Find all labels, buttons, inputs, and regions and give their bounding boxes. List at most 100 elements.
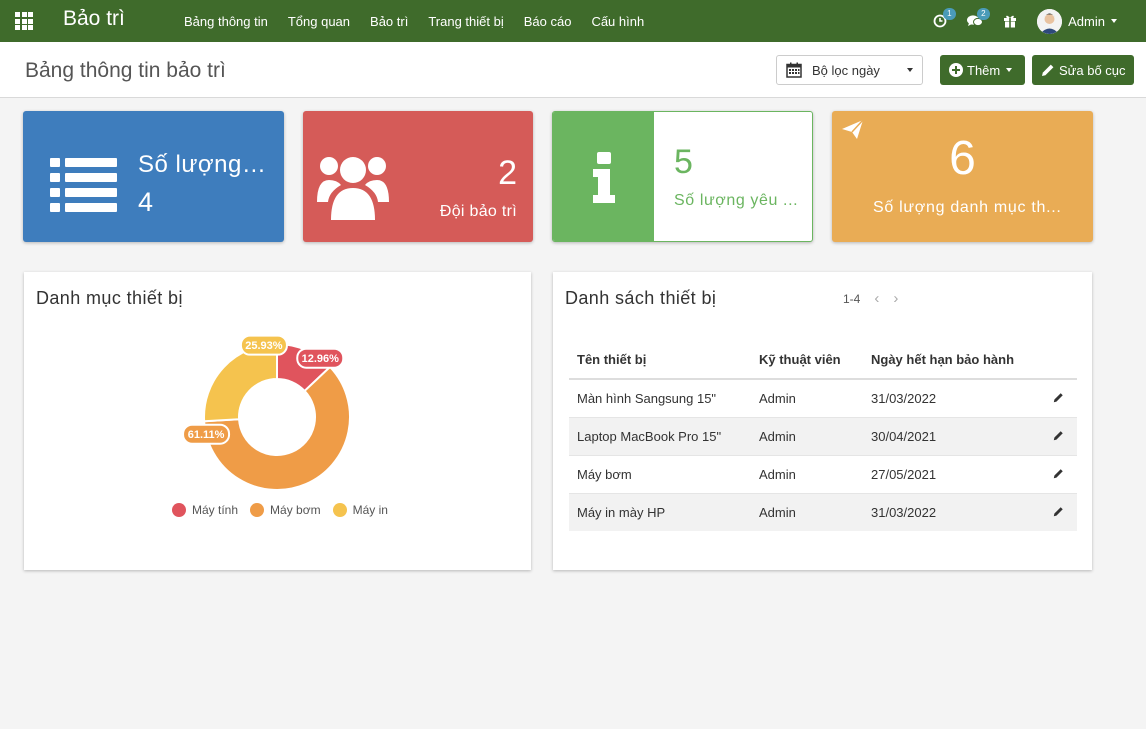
table-row[interactable]: Máy in mày HP Admin 31/03/2022 <box>569 492 1077 531</box>
info-icon <box>593 152 615 203</box>
tile-label: Số lượng danh mục th... <box>873 199 1062 216</box>
calendar-icon <box>786 62 802 78</box>
column-header-technician[interactable]: Kỹ thuật viên <box>751 340 863 380</box>
pencil-icon <box>1053 393 1063 402</box>
cell-warranty-date: 30/04/2021 <box>863 416 1037 455</box>
cell-technician: Admin <box>751 378 863 417</box>
cell-warranty-date: 27/05/2021 <box>863 454 1037 493</box>
column-header-name[interactable]: Tên thiết bị <box>569 340 751 380</box>
chevron-down-icon <box>1006 68 1013 72</box>
panel-title: Danh sách thiết bị <box>565 288 717 308</box>
app-name[interactable]: Bảo trì <box>63 7 125 31</box>
donut-chart: 12.96% 61.11% 25.93% <box>182 334 351 491</box>
slice-label-text: 61.11% <box>188 429 225 441</box>
top-navbar: Bảo trì Bảng thông tin Tổng quan Bảo trì… <box>0 0 1146 42</box>
menu-item-equipment[interactable]: Trang thiết bị <box>428 14 503 29</box>
edit-layout-label: Sửa bố cục <box>1059 62 1126 78</box>
column-header-actions <box>1037 340 1077 380</box>
slice-label-text: 12.96% <box>302 353 340 365</box>
equipment-category-panel: Danh mục thiết bị 12.96% 61.11% 25.93% Máy… <box>24 272 531 570</box>
activity-button[interactable]: 1 <box>933 8 956 28</box>
systray: 1 2 Admin <box>933 0 1146 42</box>
pencil-icon <box>1053 507 1063 516</box>
menu-item-overview[interactable]: Tổng quan <box>288 14 350 29</box>
legend-label: Máy bơm <box>270 503 321 517</box>
legend-item[interactable]: Máy in <box>332 503 388 517</box>
legend-swatch <box>332 503 347 517</box>
tile-value: 6 <box>949 132 976 185</box>
tile-label: Số lượng ... <box>138 151 268 178</box>
edit-layout-button[interactable]: Sửa bố cục <box>1032 55 1134 85</box>
table-row[interactable]: Máy bơm Admin 27/05/2021 <box>569 454 1077 493</box>
legend-swatch <box>250 503 265 517</box>
cell-name: Laptop MacBook Pro 15" <box>569 416 751 455</box>
avatar-image <box>1037 8 1063 34</box>
slice-label-text: 25.93% <box>245 340 283 352</box>
chevron-left-icon[interactable]: ‹ <box>874 290 879 307</box>
pencil-icon <box>1053 468 1063 478</box>
legend-swatch <box>172 503 186 517</box>
table-row[interactable]: Màn hình Sangsung 15" Admin 31/03/2022 <box>569 378 1077 417</box>
menu-item-maintenance[interactable]: Bảo trì <box>370 14 408 29</box>
plus-circle-icon <box>949 63 963 77</box>
stat-tile-categories-count[interactable]: 6 Số lượng danh mục th... <box>832 111 1093 242</box>
gift-button[interactable] <box>1003 14 1017 28</box>
messages-button[interactable]: 2 <box>967 8 990 28</box>
tile-value: 5 <box>674 143 693 181</box>
menu-item-reports[interactable]: Báo cáo <box>524 14 572 29</box>
cell-warranty-date: 31/03/2022 <box>863 492 1037 531</box>
message-count-badge: 2 <box>977 8 990 20</box>
apps-grid-icon[interactable] <box>15 12 33 30</box>
cell-warranty-date: 31/03/2022 <box>863 378 1037 417</box>
user-name[interactable]: Admin <box>1068 14 1105 29</box>
chevron-down-icon <box>907 68 913 72</box>
edit-row-button[interactable] <box>1037 416 1077 455</box>
cell-name: Máy in mày HP <box>569 492 751 531</box>
cell-technician: Admin <box>751 492 863 531</box>
slice-label: 12.96% <box>296 347 345 369</box>
slice-label: 25.93% <box>239 334 288 356</box>
page-title: Bảng thông tin bảo trì <box>25 59 226 82</box>
equipment-table: Tên thiết bị Kỹ thuật viên Ngày hết hạn … <box>569 340 1077 531</box>
column-header-warranty-date[interactable]: Ngày hết hạn bảo hành <box>863 340 1037 380</box>
date-filter-dropdown[interactable]: Bộ lọc ngày <box>776 55 923 85</box>
tile-icon-area <box>553 112 654 241</box>
chevron-right-icon[interactable]: › <box>893 290 898 307</box>
table-row[interactable]: Laptop MacBook Pro 15" Admin 30/04/2021 <box>569 416 1077 455</box>
users-icon <box>317 157 389 220</box>
list-icon <box>50 158 117 212</box>
tile-label: Số lượng yêu ... <box>674 192 799 209</box>
cell-name: Màn hình Sangsung 15" <box>569 378 751 417</box>
menu-item-configuration[interactable]: Cấu hình <box>591 14 644 29</box>
edit-row-button[interactable] <box>1037 378 1077 417</box>
slice-label: 61.11% <box>182 423 231 445</box>
stat-tile-equipment-count[interactable]: Số lượng ... 4 <box>23 111 284 242</box>
add-button-label: Thêm <box>967 62 1001 78</box>
stat-tile-requests-count[interactable]: 5 Số lượng yêu ... <box>552 111 813 242</box>
add-button[interactable]: Thêm <box>940 55 1025 85</box>
legend-item[interactable]: Máy bơm <box>250 503 321 517</box>
pencil-icon <box>1042 64 1054 76</box>
cell-name: Máy bơm <box>569 454 751 493</box>
table-header-row: Tên thiết bị Kỹ thuật viên Ngày hết hạn … <box>569 340 1077 380</box>
pencil-icon <box>1053 430 1063 440</box>
tile-label: Đội bảo trì <box>439 203 517 220</box>
gift-icon <box>1004 15 1017 28</box>
edit-row-button[interactable] <box>1037 454 1077 493</box>
date-filter-label: Bộ lọc ngày <box>812 62 880 78</box>
equipment-list-panel: Danh sách thiết bị 1-4 ‹ › Tên thiết bị … <box>553 272 1092 570</box>
legend-label: Máy tính <box>192 503 239 517</box>
pager-value[interactable]: 1-4 <box>843 292 860 306</box>
user-menu-caret-icon[interactable] <box>1111 19 1117 23</box>
stat-tile-maintenance-teams[interactable]: 2 Đội bảo trì <box>303 111 533 242</box>
control-panel: Bảng thông tin bảo trì Bộ lọc ngày Thêm … <box>0 42 1146 98</box>
cell-technician: Admin <box>751 416 863 455</box>
menu-item-dashboard[interactable]: Bảng thông tin <box>184 14 268 29</box>
pager: 1-4 ‹ › <box>843 290 898 307</box>
tile-value: 2 <box>498 154 517 192</box>
main-menu: Bảng thông tin Tổng quan Bảo trì Trang t… <box>184 0 664 42</box>
edit-row-button[interactable] <box>1037 492 1077 531</box>
panel-title: Danh mục thiết bị <box>36 288 183 308</box>
legend-item[interactable]: Máy tính <box>172 503 238 517</box>
user-avatar[interactable] <box>1037 8 1063 34</box>
